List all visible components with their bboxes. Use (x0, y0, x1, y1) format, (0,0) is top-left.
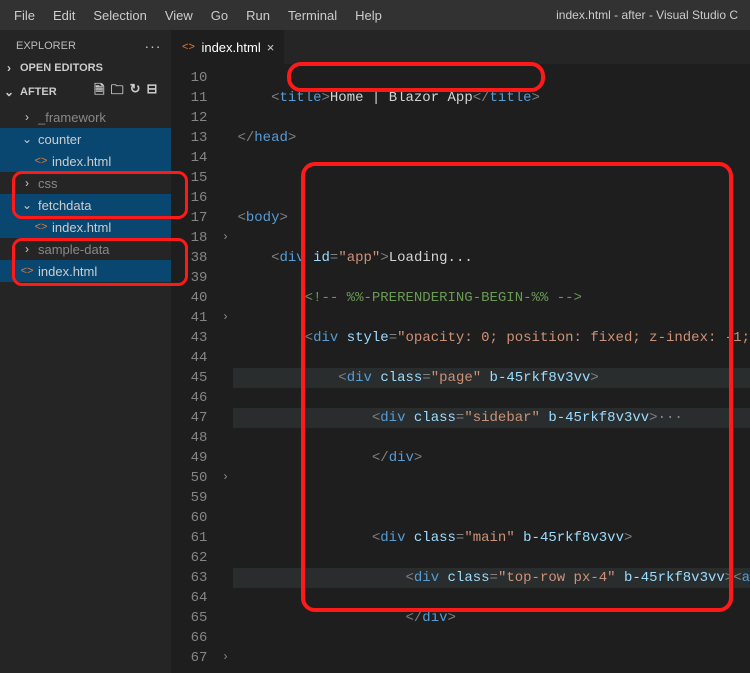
chevron-right-icon (20, 110, 34, 124)
folder-counter[interactable]: counter (0, 128, 171, 150)
folder-label: sample-data (38, 242, 171, 257)
html-file-icon (181, 40, 195, 54)
menu-edit[interactable]: Edit (45, 4, 83, 27)
new-folder-icon[interactable]: 🗀 (111, 81, 124, 103)
file-tree: _framework counter index.html css fetchd… (0, 106, 171, 282)
folder-css[interactable]: css (0, 172, 171, 194)
file-root-index[interactable]: index.html (0, 260, 171, 282)
line-num: 62 (171, 548, 207, 568)
menu-run[interactable]: Run (238, 4, 278, 27)
refresh-icon[interactable]: ↻ (130, 81, 141, 103)
code-editor[interactable]: 10 11 12 13 14 15 16 17 18 38 39 40 41 4… (171, 64, 750, 673)
line-num: 40 (171, 288, 207, 308)
folder-label: _framework (38, 110, 171, 125)
close-icon[interactable]: × (267, 40, 275, 55)
html-file-icon (20, 264, 34, 278)
explorer-title: EXPLORER (16, 40, 76, 52)
line-num: 61 (171, 528, 207, 548)
chevron-down-icon (20, 132, 34, 146)
menu-go[interactable]: Go (203, 4, 236, 27)
folder-label: fetchdata (38, 198, 171, 213)
line-num: 38 (171, 248, 207, 268)
line-num: 11 (171, 88, 207, 108)
file-label: index.html (52, 154, 171, 169)
line-num: 49 (171, 448, 207, 468)
html-file-icon (34, 220, 48, 234)
window-title: index.html - after - Visual Studio C (390, 8, 744, 22)
file-label: index.html (38, 264, 171, 279)
line-num: 50 (171, 468, 207, 488)
workspace-root-section[interactable]: AFTER 🗎 🗀 ↻ ⊟ (0, 78, 171, 106)
line-num: 44 (171, 348, 207, 368)
folder-framework[interactable]: _framework (0, 106, 171, 128)
menu-terminal[interactable]: Terminal (280, 4, 345, 27)
explorer-actions: 🗎 🗀 ↻ ⊟ (94, 81, 165, 103)
folder-sample-data[interactable]: sample-data (0, 238, 171, 260)
folder-label: counter (38, 132, 171, 147)
line-num: 66 (171, 628, 207, 648)
editor-area: index.html × 10 11 12 13 14 15 16 17 18 … (171, 30, 750, 673)
line-num: 12 (171, 108, 207, 128)
main-layout: EXPLORER ··· OPEN EDITORS AFTER 🗎 🗀 ↻ ⊟ … (0, 30, 750, 673)
chevron-right-icon (20, 242, 34, 256)
file-counter-index[interactable]: index.html (0, 150, 171, 172)
line-num: 10 (171, 68, 207, 88)
line-num: 65 (171, 608, 207, 628)
editor-tabs: index.html × (171, 30, 750, 64)
line-num: 41 (171, 308, 207, 328)
file-fetchdata-index[interactable]: index.html (0, 216, 171, 238)
folder-fetchdata[interactable]: fetchdata (0, 194, 171, 216)
tab-index-html[interactable]: index.html × (171, 30, 285, 64)
line-num: 15 (171, 168, 207, 188)
fold-gutter (217, 64, 233, 673)
folder-label: css (38, 176, 171, 191)
explorer-more-icon[interactable]: ··· (144, 38, 161, 54)
line-num: 46 (171, 388, 207, 408)
line-num: 47 (171, 408, 207, 428)
open-editors-label: OPEN EDITORS (20, 62, 103, 74)
chevron-right-icon (20, 176, 34, 190)
menu-file[interactable]: File (6, 4, 43, 27)
line-num: 16 (171, 188, 207, 208)
code-content[interactable]: <title>Home | Blazor App</title> </head>… (233, 64, 750, 673)
fold-icon[interactable] (217, 228, 233, 248)
open-editors-section[interactable]: OPEN EDITORS (0, 58, 171, 78)
line-num: 18 (171, 228, 207, 248)
collapse-icon[interactable]: ⊟ (147, 81, 158, 103)
line-num: 60 (171, 508, 207, 528)
line-num: 14 (171, 148, 207, 168)
line-num: 64 (171, 588, 207, 608)
html-file-icon (34, 154, 48, 168)
fold-icon[interactable] (217, 648, 233, 668)
menu-view[interactable]: View (157, 4, 201, 27)
line-gutter: 10 11 12 13 14 15 16 17 18 38 39 40 41 4… (171, 64, 217, 673)
fold-icon[interactable] (217, 468, 233, 488)
line-num: 13 (171, 128, 207, 148)
title-bar: File Edit Selection View Go Run Terminal… (0, 0, 750, 30)
line-num: 39 (171, 268, 207, 288)
line-num: 59 (171, 488, 207, 508)
menu-selection[interactable]: Selection (85, 4, 154, 27)
workspace-root-label: AFTER (20, 86, 57, 98)
file-label: index.html (52, 220, 171, 235)
chevron-right-icon (2, 61, 16, 75)
chevron-down-icon (20, 198, 34, 212)
menu-bar: File Edit Selection View Go Run Terminal… (6, 4, 390, 27)
line-num: 45 (171, 368, 207, 388)
chevron-down-icon (2, 85, 16, 99)
explorer-sidebar: EXPLORER ··· OPEN EDITORS AFTER 🗎 🗀 ↻ ⊟ … (0, 30, 171, 673)
line-num: 63 (171, 568, 207, 588)
line-num: 17 (171, 208, 207, 228)
prerender-begin-comment: <!-- %%-PRERENDERING-BEGIN-%% --> (305, 290, 582, 306)
menu-help[interactable]: Help (347, 4, 390, 27)
line-num: 67 (171, 648, 207, 668)
tab-label: index.html (201, 40, 260, 55)
fold-icon[interactable] (217, 308, 233, 328)
new-file-icon[interactable]: 🗎 (94, 81, 104, 103)
line-num: 48 (171, 428, 207, 448)
title-text: Home | Blazor App (330, 90, 473, 106)
explorer-header: EXPLORER ··· (0, 30, 171, 58)
line-num: 43 (171, 328, 207, 348)
